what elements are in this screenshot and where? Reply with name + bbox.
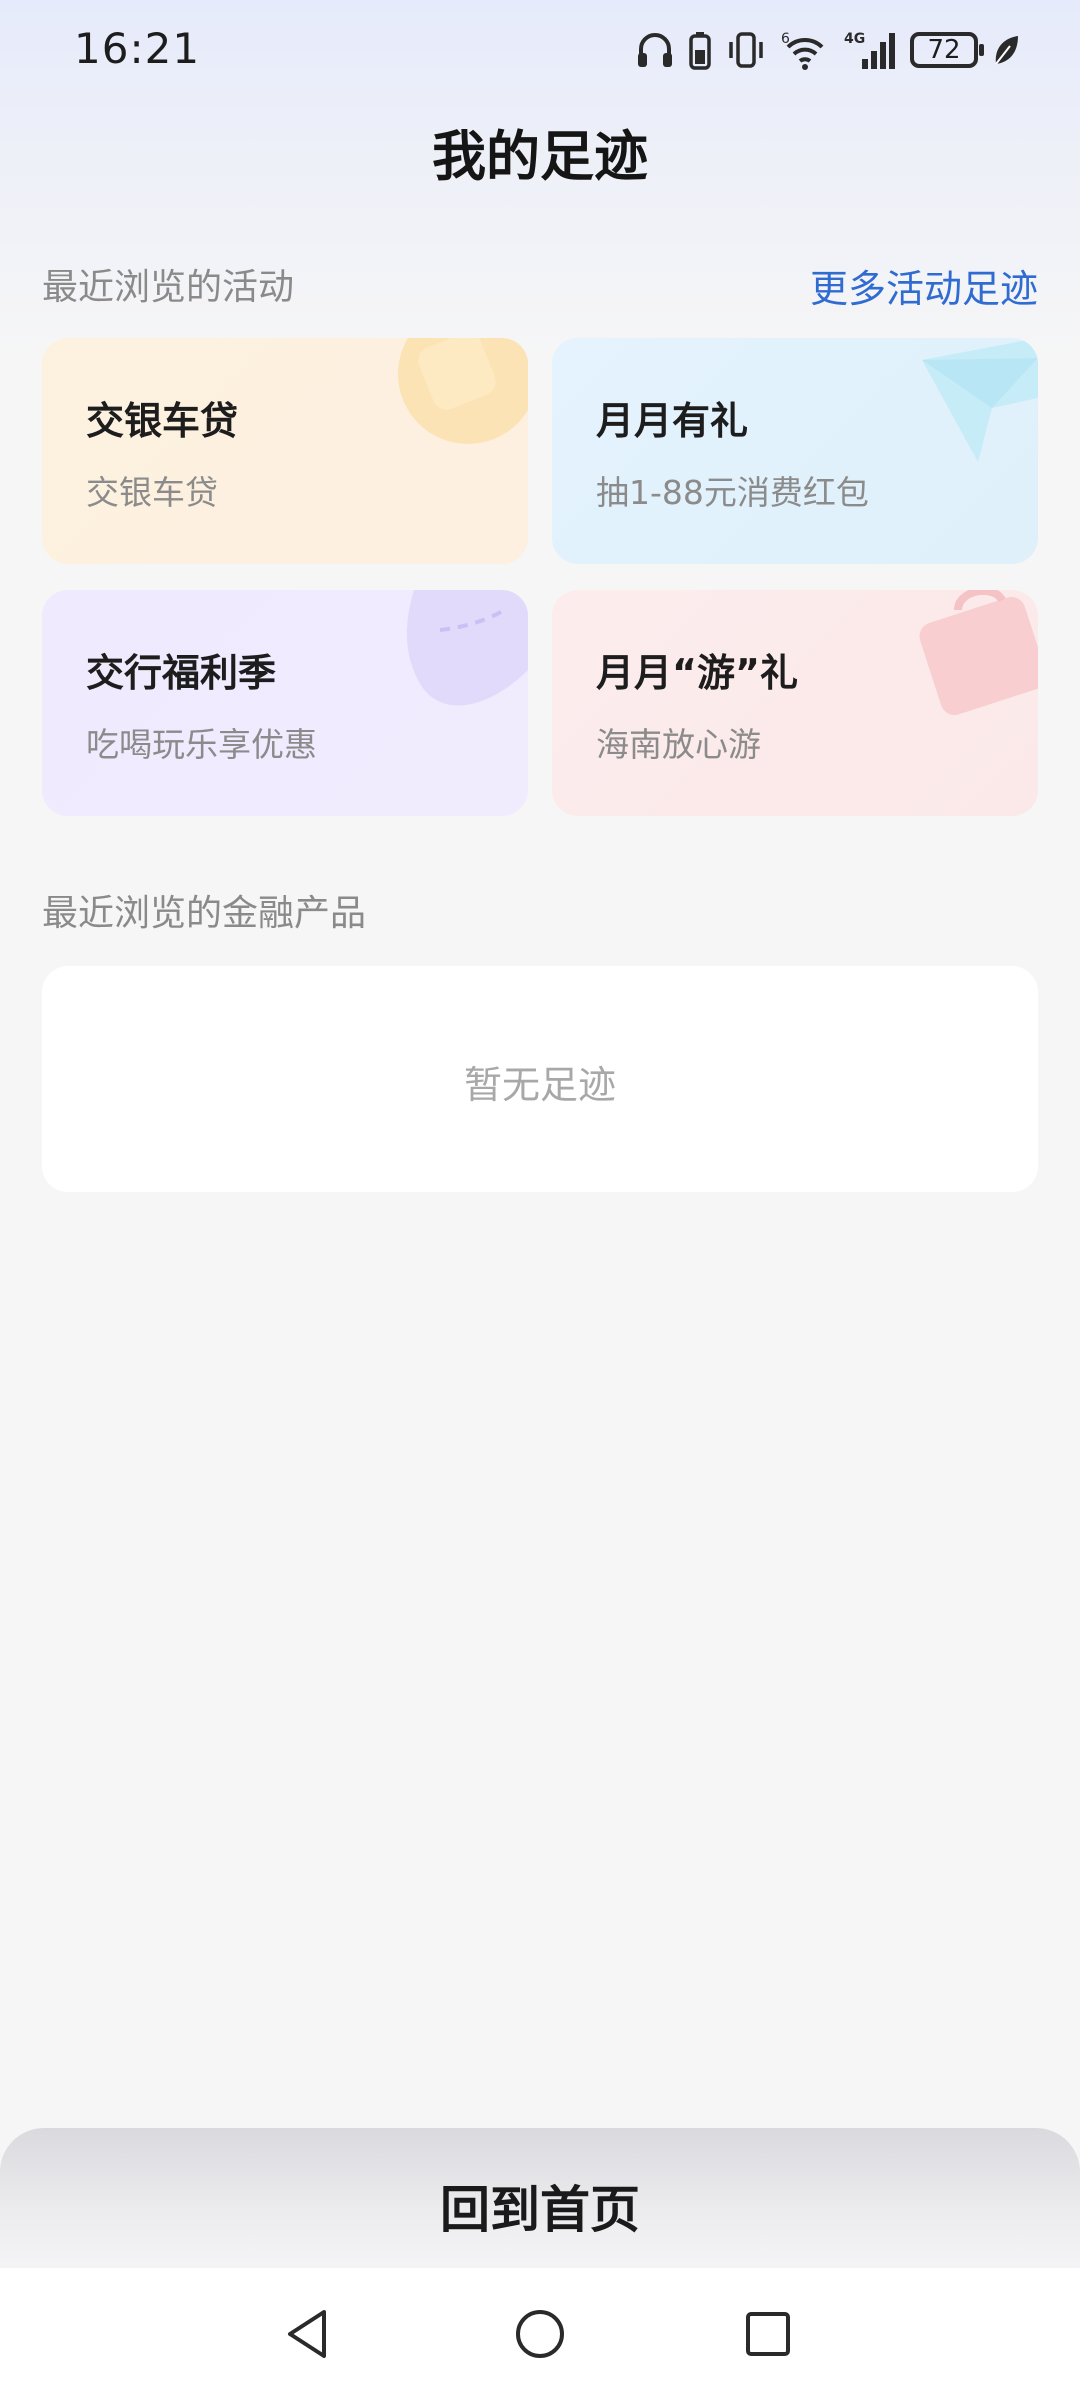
back-to-home-button[interactable]: 回到首页 bbox=[0, 2128, 1080, 2268]
card-title: 月月“游”礼 bbox=[596, 651, 798, 695]
status-bar: 16:21 6 4G 72 bbox=[0, 0, 1080, 100]
network-label: 4G bbox=[844, 31, 865, 47]
empty-state-text: 暂无足迹 bbox=[463, 1063, 616, 1107]
battery-icon: 72 bbox=[910, 32, 984, 68]
coin-icon bbox=[398, 338, 528, 444]
card-title: 月月有礼 bbox=[596, 399, 749, 443]
home-icon[interactable] bbox=[510, 2304, 570, 2364]
paper-plane-icon bbox=[922, 338, 1038, 462]
activity-card-monthly-gift[interactable]: 月月有礼 抽1-88元消费红包 bbox=[552, 338, 1038, 564]
products-empty-card: 暂无足迹 bbox=[42, 966, 1038, 1192]
page-title: 我的足迹 bbox=[432, 125, 648, 188]
headphones-icon bbox=[636, 30, 674, 70]
card-title: 交银车贷 bbox=[86, 399, 239, 443]
status-time: 16:21 bbox=[74, 24, 201, 73]
card-title: 交行福利季 bbox=[86, 651, 277, 695]
activity-card-welfare-season[interactable]: 交行福利季 吃喝玩乐享优惠 bbox=[42, 590, 528, 816]
activity-card-car-loan[interactable]: 交银车贷 交银车贷 bbox=[42, 338, 528, 564]
shopping-bag-icon bbox=[919, 590, 1038, 716]
card-subtitle: 吃喝玩乐享优惠 bbox=[86, 725, 317, 764]
back-icon[interactable] bbox=[278, 2304, 338, 2364]
card-subtitle: 交银车贷 bbox=[86, 473, 218, 512]
card-subtitle: 海南放心游 bbox=[596, 725, 761, 764]
battery-level: 72 bbox=[927, 35, 961, 65]
more-activities-link[interactable]: 更多活动足迹 bbox=[810, 258, 1038, 313]
back-to-home-label: 回到首页 bbox=[440, 2181, 640, 2239]
vibrate-icon bbox=[726, 30, 766, 70]
activity-card-travel-gift[interactable]: 月月“游”礼 海南放心游 bbox=[552, 590, 1038, 816]
signal-4g-icon: 4G bbox=[844, 29, 896, 71]
leaf-icon bbox=[992, 32, 1020, 68]
status-icons: 6 4G 72 bbox=[636, 24, 1020, 76]
card-subtitle: 抽1-88元消费红包 bbox=[596, 473, 869, 512]
recent-activities-heading: 最近浏览的活动 bbox=[42, 267, 295, 308]
ticket-icon bbox=[406, 590, 528, 706]
recent-apps-icon[interactable] bbox=[738, 2304, 798, 2364]
system-nav-bar bbox=[0, 2268, 1080, 2400]
phone-battery-icon bbox=[688, 30, 712, 70]
wifi-icon: 6 bbox=[780, 29, 830, 71]
recent-products-heading: 最近浏览的金融产品 bbox=[42, 893, 367, 934]
